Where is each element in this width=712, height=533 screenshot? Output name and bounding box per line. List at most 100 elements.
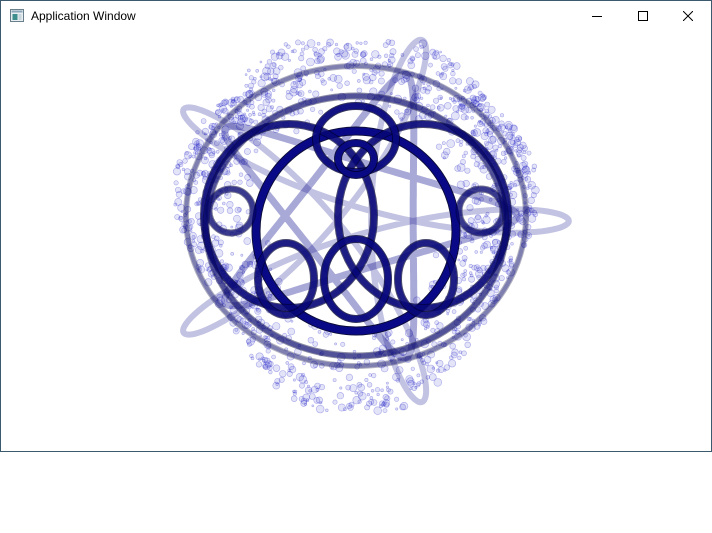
scatter-dot bbox=[253, 148, 259, 154]
scatter-dot bbox=[265, 105, 273, 113]
scatter-dot bbox=[384, 395, 391, 402]
scatter-dot bbox=[510, 242, 514, 246]
scatter-dot bbox=[379, 400, 385, 407]
scatter-dot bbox=[377, 77, 385, 85]
scatter-dot bbox=[463, 246, 469, 251]
scatter-dot bbox=[516, 153, 521, 158]
scatter-dot bbox=[268, 77, 272, 81]
scatter-dot bbox=[486, 131, 494, 138]
scatter-dot bbox=[271, 354, 276, 360]
scatter-dot bbox=[416, 373, 421, 378]
scatter-dot bbox=[395, 407, 399, 411]
scatter-dot bbox=[499, 113, 504, 118]
scatter-dot bbox=[444, 102, 452, 110]
scatter-dot bbox=[312, 341, 319, 347]
app-icon bbox=[10, 9, 24, 22]
scatter-dot bbox=[265, 348, 271, 354]
scatter-dot bbox=[412, 381, 416, 386]
scatter-dot bbox=[234, 206, 242, 214]
scatter-dot bbox=[193, 151, 197, 155]
scatter-dot bbox=[356, 87, 363, 94]
scatter-dot bbox=[313, 51, 318, 56]
scatter-dot bbox=[463, 269, 468, 273]
scatter-dot bbox=[432, 252, 440, 259]
scatter-dot bbox=[488, 136, 497, 145]
scatter-dot bbox=[330, 88, 334, 92]
scatter-dot bbox=[380, 388, 384, 392]
minimize-button[interactable] bbox=[574, 1, 620, 31]
scatter-dot bbox=[329, 74, 338, 82]
scatter-dot bbox=[181, 167, 185, 171]
spirograph-figure bbox=[173, 36, 572, 415]
scatter-dot bbox=[355, 41, 359, 45]
scatter-dot bbox=[351, 68, 357, 74]
scatter-dot bbox=[318, 109, 324, 115]
scatter-dot bbox=[498, 275, 505, 282]
scatter-dot bbox=[469, 271, 473, 275]
scatter-dot bbox=[310, 106, 316, 112]
scatter-dot bbox=[466, 316, 471, 322]
scatter-dot bbox=[450, 111, 460, 121]
scatter-dot bbox=[428, 373, 437, 381]
scatter-dot bbox=[226, 207, 234, 214]
scatter-dot bbox=[504, 156, 508, 160]
scatter-dot bbox=[311, 404, 315, 408]
scatter-dot bbox=[364, 377, 369, 382]
scatter-dot bbox=[371, 372, 377, 379]
scatter-dot bbox=[460, 113, 468, 121]
scatter-dot bbox=[203, 156, 208, 161]
scatter-dot bbox=[400, 402, 409, 411]
scatter-dot bbox=[269, 49, 275, 55]
maximize-button[interactable] bbox=[620, 1, 666, 31]
scatter-dot bbox=[466, 87, 472, 92]
scatter-dot bbox=[484, 214, 488, 218]
scatter-dot bbox=[308, 89, 312, 94]
scatter-dot bbox=[373, 406, 382, 415]
scatter-dot bbox=[337, 403, 346, 412]
scatter-dot bbox=[382, 408, 388, 413]
scatter-dot bbox=[271, 62, 277, 67]
scatter-dot bbox=[240, 253, 244, 257]
scatter-dot bbox=[246, 179, 254, 187]
scatter-dot bbox=[326, 38, 334, 47]
scatter-dot bbox=[243, 148, 251, 155]
scatter-dot bbox=[430, 327, 436, 333]
scatter-dot bbox=[456, 163, 466, 172]
scatter-dot bbox=[257, 112, 262, 116]
scatter-dot bbox=[428, 62, 433, 68]
scatter-dot bbox=[325, 408, 329, 412]
scatter-dot bbox=[307, 337, 315, 344]
scatter-dot bbox=[174, 198, 182, 206]
scatter-dot bbox=[293, 389, 298, 394]
scatter-dot bbox=[509, 181, 513, 185]
scatter-dot bbox=[495, 148, 499, 152]
scatter-dot bbox=[470, 116, 474, 120]
scatter-dot bbox=[259, 60, 263, 64]
scatter-dot bbox=[322, 46, 328, 52]
scatter-dot bbox=[474, 214, 481, 221]
title-bar[interactable]: Application Window bbox=[1, 1, 711, 31]
scatter-dot bbox=[348, 401, 355, 408]
scatter-dot bbox=[371, 69, 378, 76]
scatter-dot bbox=[232, 327, 240, 335]
scatter-dot bbox=[411, 385, 417, 391]
scatter-dot bbox=[435, 361, 439, 365]
scatter-dot bbox=[239, 114, 248, 123]
scatter-dot bbox=[279, 370, 287, 378]
close-button[interactable] bbox=[665, 1, 711, 31]
scatter-dot bbox=[286, 370, 293, 377]
scatter-dot bbox=[237, 179, 243, 185]
scatter-dot bbox=[246, 108, 250, 112]
scatter-dot bbox=[295, 39, 301, 46]
scatter-dot bbox=[372, 335, 377, 341]
scatter-dot bbox=[414, 52, 421, 59]
scatter-dot bbox=[310, 385, 319, 394]
scatter-dot bbox=[285, 361, 290, 365]
scatter-dot bbox=[442, 65, 449, 72]
scatter-dot bbox=[306, 39, 316, 48]
drawing-canvas[interactable] bbox=[1, 31, 711, 451]
scatter-dot bbox=[268, 370, 273, 375]
scatter-dot bbox=[222, 201, 226, 206]
scatter-dot bbox=[509, 190, 518, 199]
scatter-dot bbox=[473, 124, 477, 128]
